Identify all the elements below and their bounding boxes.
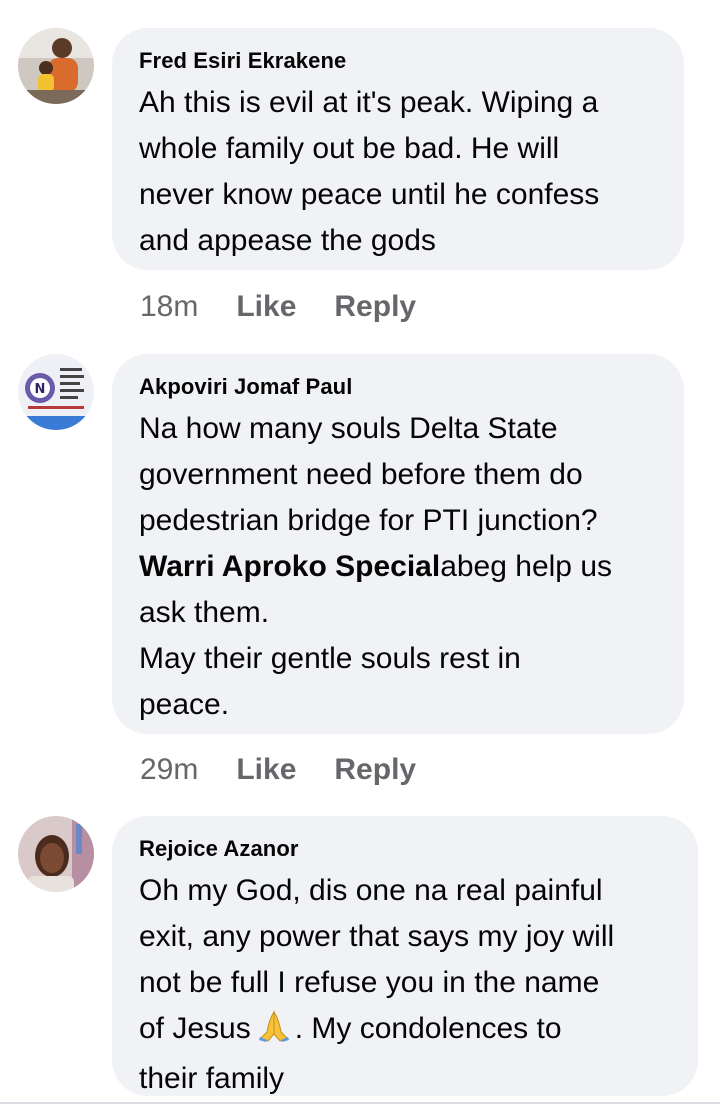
comment-text-line: May their gentle souls rest in (139, 642, 521, 675)
comment-text-line: government need before them do (139, 458, 583, 491)
comment-text-line: pedestrian bridge for PTI junction? (139, 504, 598, 537)
comment-text-line: whole family out be bad. He will (139, 132, 560, 165)
comment-bubble: Akpoviri Jomaf Paul Na how many souls De… (112, 354, 684, 734)
comment-actions: 29m Like Reply (140, 750, 454, 790)
comment-text-line: peace. (139, 688, 230, 721)
comment-text-line: never know peace until he confess (139, 178, 600, 211)
comment-text-segment: of Jesus (139, 1012, 251, 1045)
comment-text-line: ask them. (139, 596, 270, 629)
mention-link[interactable]: Warri Aproko Special (139, 550, 440, 583)
comment-bubble: Fred Esiri Ekrakene Ah this is evil at i… (112, 28, 684, 270)
comment-text-line: their family (139, 1062, 285, 1095)
comment-text-segment: . My condolences to (294, 1012, 562, 1045)
comment-text-line: of Jesus . My condolences to (139, 1006, 670, 1056)
mention-suffix: abeg help us (440, 550, 612, 583)
avatar-akpoviri[interactable]: N (18, 354, 94, 430)
comment-author[interactable]: Rejoice Azanor (139, 834, 670, 864)
comment-text-line: and appease the gods (139, 224, 436, 257)
avatar-rejoice[interactable] (18, 816, 94, 892)
comment-text-line: Na how many souls Delta State (139, 412, 558, 445)
reply-button[interactable]: Reply (334, 753, 416, 787)
reply-button[interactable]: Reply (334, 290, 416, 324)
comment-text-line: exit, any power that says my joy will (139, 920, 615, 953)
comment-timestamp[interactable]: 29m (140, 753, 198, 787)
logo-avatar-icon: N (18, 354, 94, 430)
comment-text-line: Oh my God, dis one na real painful (139, 874, 603, 907)
comment-text-line: Ah this is evil at it's peak. Wiping a (139, 86, 599, 119)
avatar-fred[interactable] (18, 28, 94, 104)
folded-hands-emoji-icon (257, 1010, 291, 1056)
person-photo-avatar-icon (18, 28, 94, 104)
like-button[interactable]: Like (236, 753, 296, 787)
comment-timestamp[interactable]: 18m (140, 290, 198, 324)
svg-text:N: N (35, 382, 46, 397)
comment-text-line: Warri Aproko Specialabeg help us (139, 544, 656, 590)
comment-actions: 18m Like Reply (140, 287, 454, 327)
comment-text-line: not be full I refuse you in the name (139, 966, 600, 999)
comment-author[interactable]: Akpoviri Jomaf Paul (139, 372, 656, 402)
person-photo-avatar-icon (18, 816, 94, 892)
like-button[interactable]: Like (236, 290, 296, 324)
comment-bubble: Rejoice Azanor Oh my God, dis one na rea… (112, 816, 698, 1096)
comment-author[interactable]: Fred Esiri Ekrakene (139, 46, 656, 76)
